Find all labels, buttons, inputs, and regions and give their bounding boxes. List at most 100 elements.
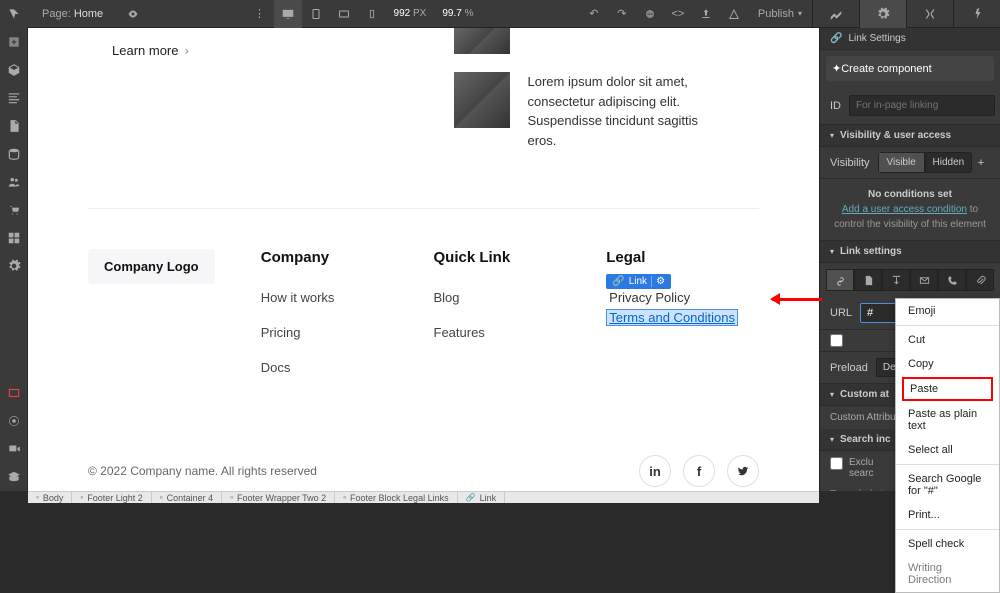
link-settings-header: 🔗Link Settings bbox=[820, 28, 1000, 50]
section-tab-icon[interactable] bbox=[882, 269, 910, 291]
link-icon: 🔗 bbox=[830, 33, 842, 44]
audit-bottom-icon[interactable] bbox=[0, 407, 28, 435]
ctx-paste[interactable]: Paste bbox=[902, 377, 993, 401]
context-menu: Emoji Cut Copy Paste Paste as plain text… bbox=[895, 298, 1000, 593]
users-icon[interactable] bbox=[0, 168, 28, 196]
pages-icon[interactable] bbox=[0, 112, 28, 140]
comments-icon[interactable] bbox=[636, 0, 664, 28]
visibility-header[interactable]: ▾Visibility & user access bbox=[820, 125, 1000, 147]
id-label: ID bbox=[830, 100, 841, 112]
tablet-view-icon[interactable] bbox=[302, 0, 330, 28]
visible-option[interactable]: Visible bbox=[878, 152, 925, 173]
style-tab-icon[interactable] bbox=[812, 0, 859, 28]
footer-link-terms-selected[interactable]: Terms and Conditions bbox=[606, 309, 738, 326]
settings-tab-icon[interactable] bbox=[859, 0, 906, 28]
preview-eye-icon[interactable] bbox=[119, 0, 147, 28]
redo-icon[interactable]: ↷ bbox=[608, 0, 636, 28]
breadcrumb-item[interactable]: ▫Container 4 bbox=[152, 492, 222, 503]
col-head-company: Company bbox=[261, 249, 414, 266]
ctx-copy[interactable]: Copy bbox=[896, 352, 999, 376]
file-tab-icon[interactable] bbox=[966, 269, 994, 291]
ctx-spell[interactable]: Spell check bbox=[896, 532, 999, 556]
hidden-option[interactable]: Hidden bbox=[925, 152, 972, 173]
breadcrumb: ▫Body ▫Footer Light 2 ▫Container 4 ▫Foot… bbox=[28, 491, 819, 503]
new-tab-checkbox[interactable] bbox=[830, 334, 843, 347]
tutorials-icon[interactable] bbox=[0, 463, 28, 491]
ctx-print[interactable]: Print... bbox=[896, 503, 999, 527]
breadcrumb-item[interactable]: ▫Footer Block Legal Links bbox=[335, 492, 457, 503]
facebook-icon[interactable]: f bbox=[683, 455, 715, 487]
footer-link-privacy[interactable]: Privacy PPrivacy Policy bbox=[606, 290, 759, 305]
interactions-tab-icon[interactable] bbox=[906, 0, 953, 28]
undo-icon[interactable]: ↶ bbox=[580, 0, 608, 28]
tablet-landscape-icon[interactable] bbox=[330, 0, 358, 28]
url-tab-icon[interactable] bbox=[826, 269, 854, 291]
more-icon[interactable]: ⋮ bbox=[246, 0, 274, 28]
footer-link[interactable]: Docs bbox=[261, 360, 414, 375]
breadcrumb-item[interactable]: ▫Footer Wrapper Two 2 bbox=[222, 492, 335, 503]
visibility-label: Visibility bbox=[830, 157, 870, 169]
learn-more-link[interactable]: Learn more› bbox=[112, 43, 394, 58]
add-element-icon[interactable] bbox=[0, 28, 28, 56]
cube-icon[interactable] bbox=[0, 56, 28, 84]
canvas-wrap: Learn more› Lorem ipsum dolor sit amet, … bbox=[28, 28, 819, 491]
settings-left-icon[interactable] bbox=[0, 252, 28, 280]
footer-link[interactable]: How it works bbox=[261, 290, 414, 305]
page-label: Page: Home bbox=[32, 8, 113, 20]
publish-button[interactable]: Publish ▾ bbox=[748, 8, 812, 20]
help-icon[interactable] bbox=[0, 435, 28, 463]
assets-icon[interactable] bbox=[0, 224, 28, 252]
footer-link[interactable]: Blog bbox=[434, 290, 587, 305]
create-component-button[interactable]: ✦Create component bbox=[826, 56, 994, 81]
code-icon[interactable]: <> bbox=[664, 0, 692, 28]
link-settings-section[interactable]: ▾Link settings bbox=[820, 241, 1000, 263]
sparkle-icon: ✦ bbox=[832, 63, 841, 75]
design-canvas[interactable]: Learn more› Lorem ipsum dolor sit amet, … bbox=[28, 28, 819, 491]
effects-tab-icon[interactable] bbox=[953, 0, 1000, 28]
footer-link[interactable]: Features bbox=[434, 325, 587, 340]
email-tab-icon[interactable] bbox=[910, 269, 938, 291]
ctx-cut[interactable]: Cut bbox=[896, 328, 999, 352]
ctx-emoji[interactable]: Emoji bbox=[896, 299, 999, 323]
export-icon[interactable] bbox=[692, 0, 720, 28]
webflow-logo-icon[interactable] bbox=[0, 0, 28, 28]
preload-label: Preload bbox=[830, 362, 868, 374]
canvas-zoom[interactable]: 99.7 % bbox=[434, 8, 481, 19]
id-input[interactable] bbox=[849, 95, 995, 116]
footer-columns: Company Logo Company How it works Pricin… bbox=[88, 249, 759, 395]
visibility-toggle[interactable]: Visible Hidden bbox=[878, 152, 972, 173]
twitter-icon[interactable] bbox=[727, 455, 759, 487]
breadcrumb-item[interactable]: ▫Body bbox=[28, 492, 72, 503]
navigator-icon[interactable] bbox=[0, 84, 28, 112]
cms-icon[interactable] bbox=[0, 140, 28, 168]
company-logo: Company Logo bbox=[88, 249, 215, 284]
copyright-text: © 2022 Company name. All rights reserved bbox=[88, 464, 317, 478]
ctx-search-google[interactable]: Search Google for "#" bbox=[896, 467, 999, 503]
add-icon[interactable]: + bbox=[972, 157, 990, 169]
desktop-view-icon[interactable] bbox=[274, 0, 302, 28]
canvas-width[interactable]: 992 PX bbox=[386, 8, 435, 19]
annotation-arrow bbox=[772, 298, 822, 301]
mobile-view-icon[interactable] bbox=[358, 0, 386, 28]
video-icon[interactable] bbox=[0, 379, 28, 407]
ecommerce-icon[interactable] bbox=[0, 196, 28, 224]
breadcrumb-item[interactable]: ▫Footer Light 2 bbox=[72, 492, 151, 503]
element-badge[interactable]: 🔗 Link ⚙ bbox=[606, 274, 671, 289]
breadcrumb-item[interactable]: 🔗Link bbox=[458, 492, 505, 503]
exclude-checkbox[interactable] bbox=[830, 457, 843, 470]
link-icon: 🔗 bbox=[612, 276, 624, 287]
ctx-select-all[interactable]: Select all bbox=[896, 438, 999, 462]
footer-link[interactable]: Pricing bbox=[261, 325, 414, 340]
page-tab-icon[interactable] bbox=[854, 269, 882, 291]
ctx-writing[interactable]: Writing Direction bbox=[896, 556, 999, 592]
conditions-info: No conditions set Add a user access cond… bbox=[820, 179, 1000, 241]
phone-tab-icon[interactable] bbox=[938, 269, 966, 291]
add-condition-link[interactable]: Add a user access condition bbox=[842, 204, 967, 215]
left-toolbar bbox=[0, 28, 28, 491]
audit-icon[interactable] bbox=[720, 0, 748, 28]
gear-icon[interactable]: ⚙ bbox=[651, 276, 665, 287]
social-icons: in f bbox=[639, 455, 759, 487]
linkedin-icon[interactable]: in bbox=[639, 455, 671, 487]
ctx-paste-plain[interactable]: Paste as plain text bbox=[896, 402, 999, 438]
lorem-text: Lorem ipsum dolor sit amet, consectetur … bbox=[528, 72, 728, 150]
